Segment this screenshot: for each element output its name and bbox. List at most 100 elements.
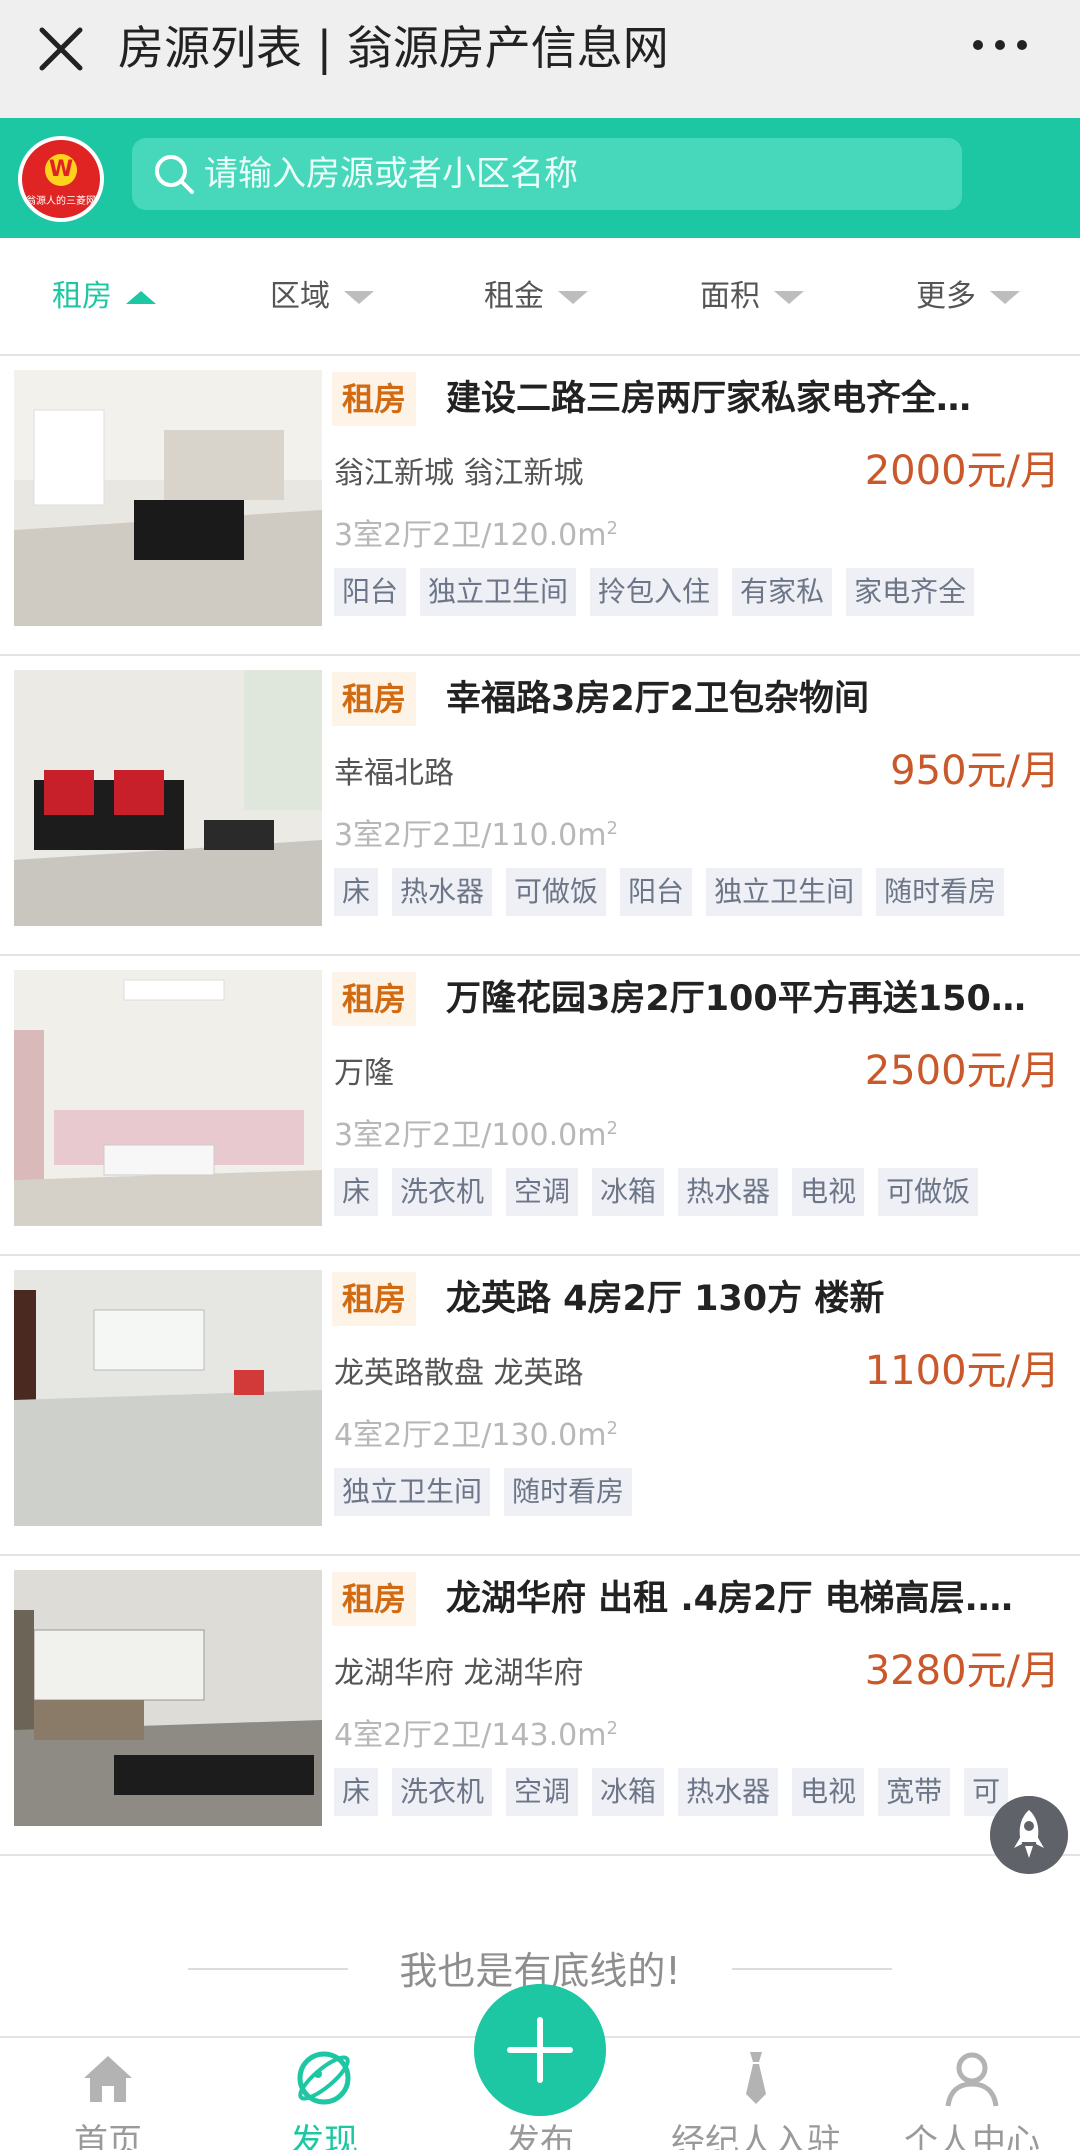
unit-superscript: 2: [606, 518, 618, 539]
feature-tag: 可做饭: [878, 1168, 979, 1216]
plus-icon[interactable]: [474, 1984, 606, 2116]
listing-photo: [14, 1570, 322, 1826]
back-to-top-rocket-icon[interactable]: [990, 1796, 1068, 1874]
feature-tag: 空调: [506, 1768, 579, 1816]
filter-label: 租金: [484, 279, 544, 314]
nav-home[interactable]: 首页: [0, 2038, 216, 2150]
feature-tag: 电视: [792, 1168, 865, 1216]
feature-tag: 可做饭: [506, 868, 607, 916]
filter-rent[interactable]: 租房: [52, 238, 156, 356]
nav-label: 经纪人入驻: [671, 2122, 841, 2150]
feature-tag: 床: [334, 1768, 379, 1816]
home-icon: [84, 2056, 132, 2102]
search-input[interactable]: 请输入房源或者小区名称: [132, 138, 962, 210]
listing-layout: 4室2厅2卫/143.0m2: [334, 1710, 618, 1754]
listing-title: 龙湖华府 出租 .4房2厅 电梯高层.…: [446, 1579, 1013, 1619]
listing-item[interactable]: 租房 建设二路三房两厅家私家电齐全… 翁江新城 翁江新城 2000元/月 3室2…: [0, 358, 1080, 656]
nav-label: 发现: [290, 2122, 358, 2150]
site-logo[interactable]: W 翁源人的三菱网: [18, 136, 104, 222]
listing-item[interactable]: 租房 龙英路 4房2厅 130方 楼新 龙英路散盘 龙英路 1100元/月 4室…: [0, 1258, 1080, 1556]
layout-text: 4室2厅2卫/143.0m: [334, 1718, 607, 1753]
listing-item[interactable]: 租房 万隆花园3房2厅100平方再送150… 万隆 2500元/月 3室2厅2卫…: [0, 958, 1080, 1256]
filter-more[interactable]: 更多: [916, 238, 1020, 356]
listing-title: 龙英路 4房2厅 130方 楼新: [446, 1279, 885, 1319]
listing-type-badge: 租房: [332, 372, 417, 426]
filter-rent-price[interactable]: 租金: [484, 238, 588, 356]
feature-tag: 冰箱: [592, 1168, 665, 1216]
listing-price: 950元/月: [890, 748, 1060, 794]
caret-down-icon: [990, 291, 1020, 304]
feature-tags: 床洗衣机 空调 冰箱 热水器 电视 可做饭: [334, 1168, 1070, 1218]
feature-tag: 空调: [506, 1168, 579, 1216]
listing-price: 2000元/月: [864, 448, 1060, 494]
filter-size[interactable]: 面积: [700, 238, 804, 356]
close-icon[interactable]: [36, 24, 86, 74]
feature-tag: 热水器: [678, 1168, 779, 1216]
filter-bar: 租房 区域 租金 面积 更多: [0, 238, 1080, 356]
feature-tags: 床洗衣机 空调 冰箱 热水器 电视 宽带可: [334, 1768, 1070, 1818]
page-title: 房源列表 | 翁源房产信息网: [118, 21, 669, 75]
nav-agent-join[interactable]: 经纪人入驻: [648, 2038, 864, 2150]
caret-up-icon: [126, 291, 156, 304]
filter-label: 区域: [270, 279, 330, 314]
layout-text: 3室2厅2卫/100.0m: [334, 1118, 607, 1153]
discover-icon: [297, 2051, 351, 2105]
feature-tag: 独立卫生间: [706, 868, 863, 916]
feature-tag: 家电齐全: [846, 568, 975, 616]
layout-text: 3室2厅2卫/120.0m: [334, 518, 607, 553]
feature-tag: 拎包入住: [590, 568, 719, 616]
nav-label: 发布: [506, 2122, 574, 2150]
listing-title: 建设二路三房两厅家私家电齐全…: [446, 379, 972, 419]
nav-label: 首页: [74, 2122, 142, 2150]
listing-title: 万隆花园3房2厅100平方再送150…: [446, 979, 1026, 1019]
feature-tag: 独立卫生间: [420, 568, 577, 616]
logo-letter: W: [45, 154, 77, 186]
listing-photo: [14, 670, 322, 926]
filter-label: 面积: [700, 279, 760, 314]
search-header: W 翁源人的三菱网 请输入房源或者小区名称: [0, 118, 1080, 238]
listing-layout: 3室2厅2卫/110.0m2: [334, 810, 618, 854]
feature-tags: 阳台 独立卫生间 拎包入住 有家私 家电齐全: [334, 568, 1070, 618]
listing-price: 3280元/月: [864, 1648, 1060, 1694]
search-icon: [155, 155, 194, 194]
feature-tag: 阳台: [620, 868, 693, 916]
feature-tags: 床热水器 可做饭 阳台 独立卫生间 随时看房: [334, 868, 1070, 918]
listing-photo: [14, 370, 322, 626]
listing-photo: [14, 970, 322, 1226]
feature-tag: 电视: [792, 1768, 865, 1816]
feature-tag: 热水器: [392, 868, 493, 916]
nav-user-center[interactable]: 个人中心: [864, 2038, 1080, 2150]
listing-layout: 3室2厅2卫/100.0m2: [334, 1110, 618, 1154]
listing-item[interactable]: 租房 幸福路3房2厅2卫包杂物间 幸福北路 950元/月 3室2厅2卫/110.…: [0, 658, 1080, 956]
nav-discover[interactable]: 发现: [216, 2038, 432, 2150]
feature-tag: 洗衣机: [392, 1768, 493, 1816]
caret-down-icon: [558, 291, 588, 304]
feature-tag: 床: [334, 868, 379, 916]
listing-location: 翁江新城 翁江新城: [334, 456, 584, 491]
logo-text: 翁源人的三菱网: [26, 196, 96, 207]
listing-title: 幸福路3房2厅2卫包杂物间: [446, 679, 870, 719]
listing-location: 万隆: [334, 1056, 394, 1091]
filter-label: 租房: [52, 279, 112, 314]
layout-text: 3室2厅2卫/110.0m: [334, 818, 607, 853]
feature-tag: 冰箱: [592, 1768, 665, 1816]
feature-tag: 宽带: [878, 1768, 951, 1816]
feature-tag: 随时看房: [876, 868, 1005, 916]
feature-tag: 热水器: [678, 1768, 779, 1816]
layout-text: 4室2厅2卫/130.0m: [334, 1418, 607, 1453]
unit-superscript: 2: [606, 1718, 618, 1739]
filter-area[interactable]: 区域: [270, 238, 374, 356]
more-dots-icon[interactable]: [970, 30, 1030, 60]
search-placeholder: 请输入房源或者小区名称: [204, 154, 578, 194]
caret-down-icon: [774, 291, 804, 304]
listing-price: 1100元/月: [864, 1348, 1060, 1394]
listing-layout: 4室2厅2卫/130.0m2: [334, 1410, 618, 1454]
listing-location: 龙湖华府 龙湖华府: [334, 1656, 584, 1691]
title-bar: 房源列表 | 翁源房产信息网: [0, 0, 1080, 118]
listing-type-badge: 租房: [332, 672, 417, 726]
listing-item[interactable]: 租房 龙湖华府 出租 .4房2厅 电梯高层.… 龙湖华府 龙湖华府 3280元/…: [0, 1558, 1080, 1856]
listing-photo: [14, 1270, 322, 1526]
listing-price: 2500元/月: [864, 1048, 1060, 1094]
user-icon: [945, 2052, 999, 2107]
unit-superscript: 2: [606, 1418, 618, 1439]
